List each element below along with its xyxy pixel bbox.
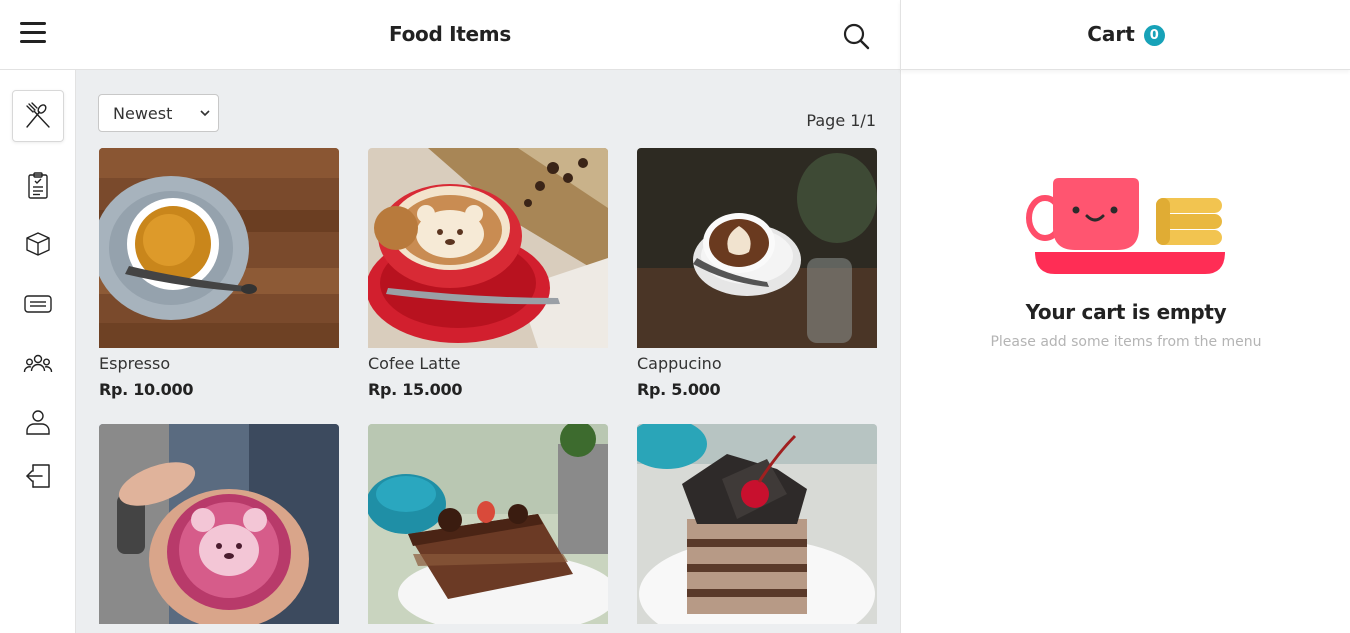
empty-cart-cup-icon — [1026, 178, 1225, 274]
product-card-cofee-latte[interactable]: Cofee Latte Rp. 15.000 — [368, 148, 608, 399]
product-price: Rp. 10.000 — [99, 380, 194, 399]
cart-header: Cart 0 — [900, 0, 1350, 70]
product-card-cappucino[interactable]: Cappucino Rp. 5.000 — [637, 148, 877, 399]
utensils-icon — [26, 102, 50, 128]
sort-select-value: Newest — [113, 103, 173, 123]
product-image — [637, 424, 877, 624]
product-price: Rp. 5.000 — [637, 380, 721, 399]
sidebar-item-customers[interactable] — [12, 338, 64, 390]
product-image — [368, 424, 608, 624]
user-icon — [26, 410, 50, 435]
empty-cart-subtitle: Please add some items from the menu — [990, 334, 1262, 350]
sort-select[interactable]: Newest — [98, 94, 219, 132]
cart-count-badge: 0 — [1143, 25, 1165, 46]
chevron-down-icon — [200, 110, 210, 117]
product-card[interactable] — [368, 424, 608, 624]
sidebar — [0, 70, 76, 633]
sidebar-item-orders[interactable] — [12, 160, 64, 212]
sidebar-item-logout[interactable] — [12, 450, 64, 502]
product-card[interactable] — [99, 424, 339, 624]
product-image — [99, 148, 339, 348]
card-icon — [24, 295, 52, 313]
clipboard-icon — [28, 172, 48, 199]
cart-title-label: Cart — [1087, 22, 1135, 46]
food-items-panel: Newest Page 1/1 Espresso Rp. 10.000 Cofe… — [76, 70, 900, 633]
product-card-espresso[interactable]: Espresso Rp. 10.000 — [99, 148, 339, 399]
logout-icon — [26, 464, 50, 488]
sidebar-item-products[interactable] — [12, 218, 64, 270]
product-image — [99, 424, 339, 624]
top-bar: Food Items — [0, 0, 900, 70]
product-image — [368, 148, 608, 348]
product-price: Rp. 15.000 — [368, 380, 463, 399]
users-icon — [23, 354, 53, 373]
product-name: Cappucino — [637, 354, 722, 373]
sidebar-item-profile[interactable] — [12, 396, 64, 448]
sidebar-item-payments[interactable] — [12, 278, 64, 330]
page-title: Food Items — [389, 22, 511, 46]
product-image — [637, 148, 877, 348]
cart-panel: Your cart is empty Please add some items… — [900, 70, 1350, 633]
product-name: Espresso — [99, 354, 171, 373]
empty-cart-title: Your cart is empty — [1025, 300, 1227, 324]
page-indicator: Page 1/1 — [806, 111, 876, 130]
search-icon[interactable] — [840, 20, 872, 52]
product-name: Cofee Latte — [368, 354, 461, 373]
cart-title: Cart 0 — [901, 22, 1350, 46]
product-card[interactable] — [637, 424, 877, 624]
sidebar-item-food[interactable] — [12, 90, 64, 142]
box-icon — [26, 232, 50, 256]
